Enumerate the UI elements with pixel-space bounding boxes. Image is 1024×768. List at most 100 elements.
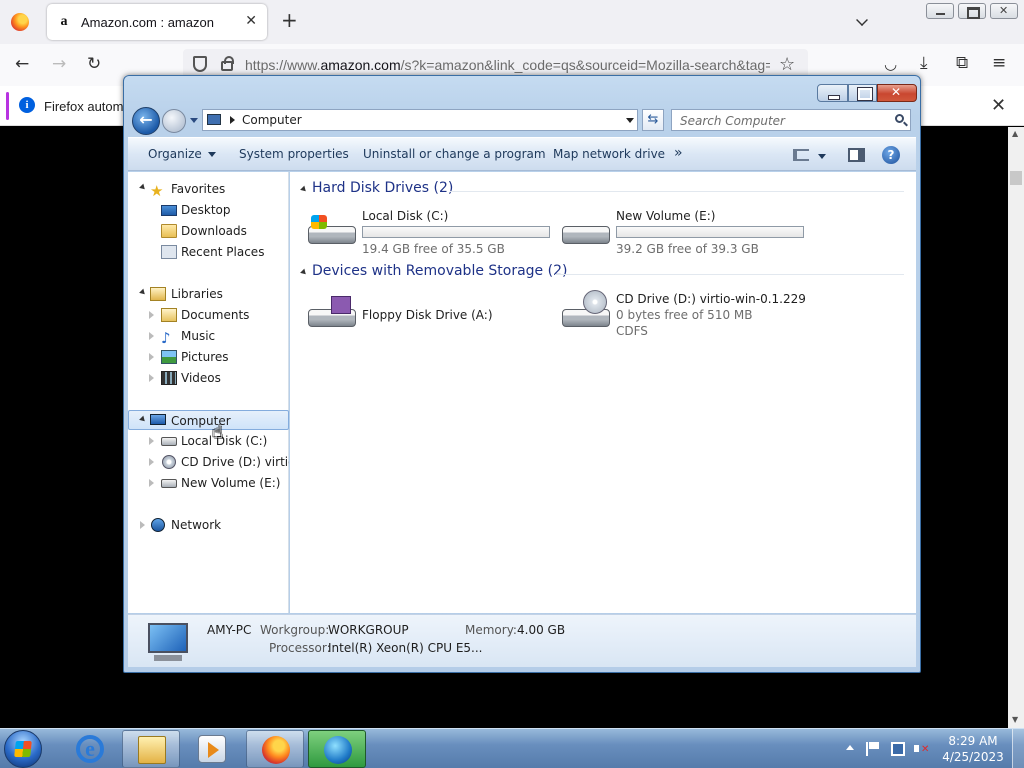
uninstall-program-button[interactable]: Uninstall or change a program [363,147,546,161]
scroll-up-icon[interactable]: ▲ [1012,129,1018,138]
tracking-shield-icon[interactable] [193,56,207,72]
sidebar-item-libraries[interactable]: Libraries [128,284,289,304]
lock-icon[interactable] [221,56,234,71]
search-box[interactable]: Search Computer [671,109,911,131]
tab-amazon[interactable]: a Amazon.com : amazon ✕ [47,4,267,40]
sidebar-item-documents[interactable]: Documents [128,305,289,325]
system-properties-button[interactable]: System properties [239,147,349,161]
reload-icon[interactable]: ↻ [87,56,101,73]
downloads-icon[interactable]: ⤓ [920,55,928,72]
new-tab-icon[interactable]: + [281,10,298,30]
expand-arrow-icon[interactable] [139,183,147,192]
sidebar-item-favorites[interactable]: Favorites [128,179,289,199]
explorer-minimize-button[interactable] [817,84,848,102]
media-player-icon [198,735,226,763]
collapse-arrow-icon[interactable] [149,458,154,466]
refresh-button[interactable]: ⇆ [642,109,664,131]
explorer-forward-button[interactable] [162,109,186,133]
sidebar-item-cd-drive[interactable]: CD Drive (D:) virtio-win-0.1.229 [128,452,289,472]
expand-arrow-icon[interactable] [139,288,147,297]
breadcrumb-computer[interactable]: Computer [242,113,302,127]
taskbar-media-player[interactable] [183,730,241,768]
group-collapse-icon[interactable] [300,185,308,194]
recent-pages-dropdown-icon[interactable] [190,118,198,123]
drive-usage-bar [616,226,804,238]
group-divider [555,274,904,275]
show-hidden-icons-icon[interactable] [846,745,854,750]
sidebar-item-music[interactable]: Music [128,326,289,346]
drive-cd-d[interactable]: CD Drive (D:) virtio-win-0.1.229 0 bytes… [562,290,807,341]
explorer-maximize-button[interactable] [848,84,877,102]
action-center-flag-icon[interactable] [866,742,880,756]
preview-pane-icon[interactable] [848,148,865,162]
group-header-removable[interactable]: Devices with Removable Storage (2) [290,263,910,283]
sidebar-item-new-volume[interactable]: New Volume (E:) [128,473,289,493]
network-tray-icon[interactable] [891,742,905,756]
collapse-arrow-icon[interactable] [149,437,154,445]
collapse-arrow-icon[interactable] [149,353,154,361]
tab-close-icon[interactable]: ✕ [245,13,257,29]
map-network-drive-button[interactable]: Map network drive [553,147,665,161]
organize-button[interactable]: Organize [148,147,216,161]
firefox-close-button[interactable] [990,3,1018,19]
volume-muted-icon[interactable] [914,742,929,756]
notification-close-icon[interactable]: ✕ [991,95,1006,116]
page-scrollbar[interactable]: ▲ ▼ [1008,127,1024,728]
search-input[interactable]: Search Computer [680,114,785,128]
forward-arrow-icon[interactable]: → [52,56,66,73]
collapse-arrow-icon[interactable] [149,479,154,487]
url-text[interactable]: https://www.amazon.com/s?k=amazon&link_c… [245,57,770,73]
info-icon: i [19,97,35,113]
group-collapse-icon[interactable] [300,268,308,277]
sidebar-item-computer[interactable]: Computer [128,410,289,430]
sidebar-item-videos[interactable]: Videos [128,368,289,388]
explorer-close-button[interactable] [877,84,917,102]
firefox-maximize-button[interactable] [958,3,986,19]
address-bar[interactable]: Computer [202,109,638,131]
taskbar-internet-explorer[interactable]: e [61,730,119,768]
scroll-down-icon[interactable]: ▼ [1012,715,1018,724]
download-manager-icon [324,736,352,764]
firefox-minimize-button[interactable] [926,3,954,19]
sidebar-item-desktop[interactable]: Desktop [128,200,289,220]
back-arrow-icon[interactable]: ← [15,56,29,73]
taskbar-firefox[interactable] [246,730,304,768]
hard-drive-icon [161,437,177,446]
drive-local-disk-c[interactable]: Local Disk (C:) 19.4 GB free of 35.5 GB [308,208,553,258]
group-header-hard-disks[interactable]: Hard Disk Drives (2) [290,180,910,200]
show-desktop-button[interactable] [1012,729,1024,768]
address-dropdown-icon[interactable] [626,118,634,123]
drive-floppy-a[interactable]: Floppy Disk Drive (A:) [308,291,553,341]
taskbar-windows-explorer[interactable] [122,730,180,768]
bookmark-star-icon[interactable]: ☆ [779,54,795,75]
scroll-thumb[interactable] [1010,171,1022,185]
view-options-dropdown-icon[interactable] [818,154,826,159]
breadcrumb-arrow-icon[interactable] [230,116,235,124]
hamburger-menu-icon[interactable]: ≡ [992,55,1006,72]
internet-explorer-icon: e [76,735,104,763]
search-icon[interactable] [895,114,904,123]
taskbar-download-manager[interactable] [308,730,366,768]
collapse-arrow-icon[interactable] [140,521,145,529]
sidebar-item-pictures[interactable]: Pictures [128,347,289,367]
sidebar-item-local-disk[interactable]: Local Disk (C:) [128,431,289,451]
group-divider [450,191,904,192]
collapse-arrow-icon[interactable] [149,332,154,340]
pocket-icon[interactable]: ◡ [884,56,897,73]
sidebar-item-network[interactable]: Network [128,515,289,535]
system-clock[interactable]: 8:29 AM 4/25/2023 [940,733,1006,765]
collapse-arrow-icon[interactable] [149,374,154,382]
drive-new-volume-e[interactable]: New Volume (E:) 39.2 GB free of 39.3 GB [562,208,807,258]
extensions-icon[interactable]: ⧉ [956,55,968,72]
expand-arrow-icon[interactable] [139,415,147,424]
sidebar-item-recent-places[interactable]: Recent Places [128,242,289,262]
help-icon[interactable]: ? [882,146,900,164]
change-view-icon[interactable] [793,149,809,161]
firefox-menu-icon[interactable] [11,13,29,31]
collapse-arrow-icon[interactable] [149,311,154,319]
explorer-back-button[interactable]: ← [132,107,160,135]
list-tabs-chevron-icon[interactable] [856,14,868,26]
start-button[interactable] [4,730,42,768]
more-commands-button[interactable]: » [674,145,683,161]
sidebar-item-downloads[interactable]: Downloads [128,221,289,241]
